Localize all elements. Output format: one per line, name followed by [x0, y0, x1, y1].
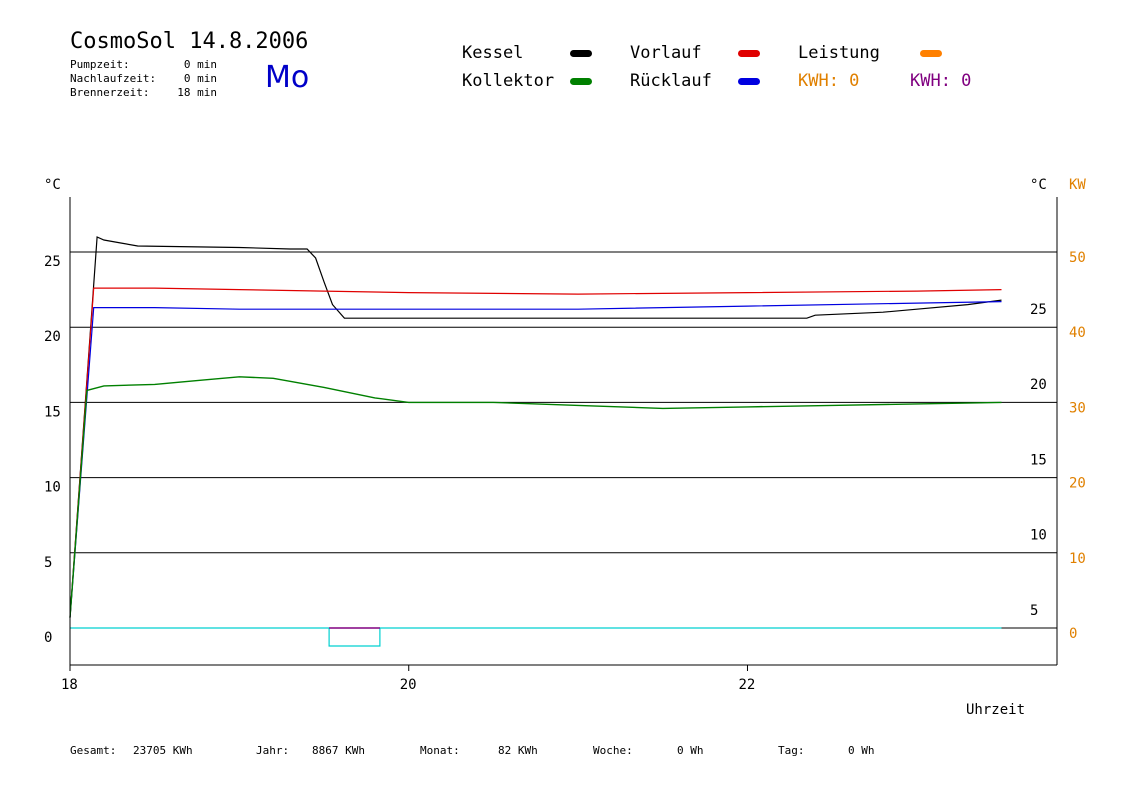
y-kw-tick-label-50: 50 [1069, 250, 1086, 266]
y-kw-tick-label-40: 40 [1069, 325, 1086, 341]
y-right-tick-label-10: 10 [1030, 528, 1047, 544]
series-line-kollektor [69, 376, 1002, 618]
y-left-tick-label-5: 5 [44, 555, 52, 571]
series-line-vorlauf [69, 287, 1002, 618]
footer-tag-value: 0 Wh [848, 744, 875, 757]
footer-woche-label: Woche: [593, 744, 633, 757]
footer-tag-label: Tag: [778, 744, 805, 757]
footer-jahr-value: 8867 KWh [312, 744, 365, 757]
y-left-unit-label: °C [44, 177, 61, 193]
y-kw-tick-label-30: 30 [1069, 400, 1086, 416]
series-line-leistung [70, 627, 1002, 647]
y-right-tick-label-15: 15 [1030, 452, 1047, 468]
y-left-tick-label-20: 20 [44, 329, 61, 345]
y-left-tick-label-15: 15 [44, 404, 61, 420]
x-tick-label-18: 18 [61, 677, 78, 693]
y-left-tick-label-25: 25 [44, 254, 61, 270]
footer-monat-label: Monat: [420, 744, 460, 757]
y-kw-unit-label: KW [1069, 177, 1086, 193]
y-left-tick-label-0: 0 [44, 630, 52, 646]
temperature-chart: 18 20 22 0 5 10 15 20 25 5 10 15 20 25 0 10 20 30 40 50 °C °C… [44, 177, 1086, 718]
x-tick-label-22: 22 [738, 677, 755, 693]
x-axis-label: Uhrzeit [966, 702, 1025, 718]
y-kw-tick-label-20: 20 [1069, 476, 1086, 492]
x-tick-label-20: 20 [400, 677, 417, 693]
y-right-unit-label: °C [1030, 177, 1047, 193]
footer-gesamt-label: Gesamt: [70, 744, 117, 757]
footer-monat-value: 82 KWh [498, 744, 538, 757]
footer-woche-value: 0 Wh [677, 744, 704, 757]
y-right-tick-label-25: 25 [1030, 302, 1047, 318]
y-left-tick-label-10: 10 [44, 480, 61, 496]
y-kw-tick-label-10: 10 [1069, 551, 1086, 567]
y-right-tick-label-5: 5 [1030, 603, 1038, 619]
footer-gesamt-value: 23705 KWh [133, 744, 193, 757]
y-right-tick-label-20: 20 [1030, 377, 1047, 393]
footer-jahr-label: Jahr: [256, 744, 290, 757]
y-kw-tick-label-0: 0 [1069, 626, 1077, 642]
series-line-r-cklauf [69, 301, 1002, 618]
